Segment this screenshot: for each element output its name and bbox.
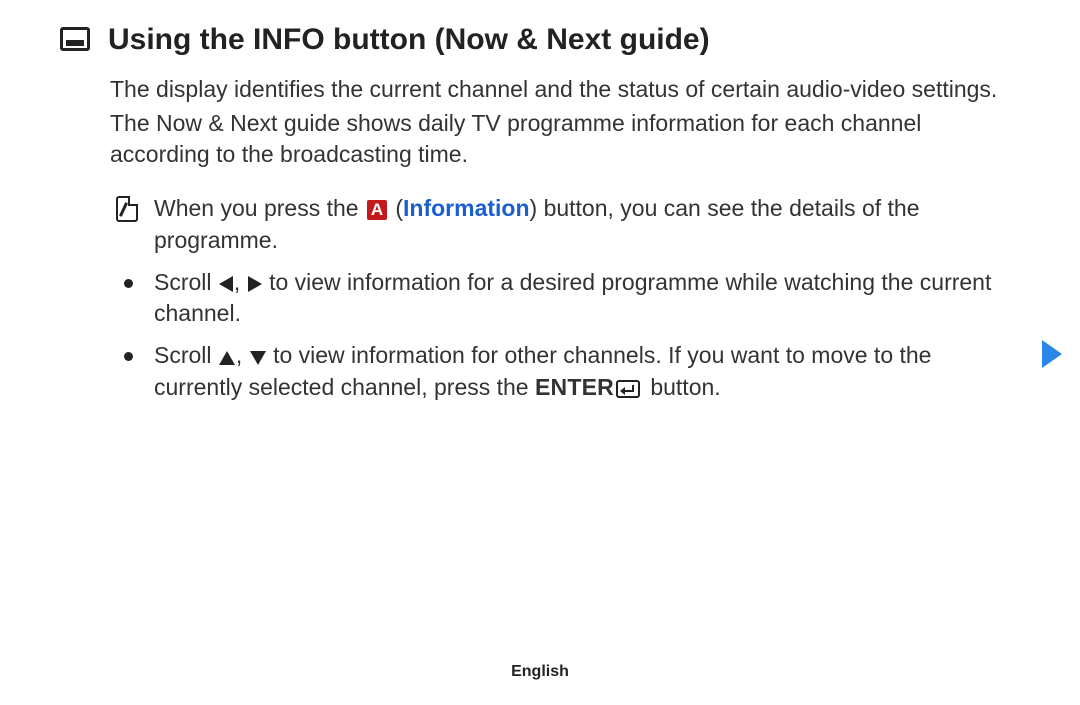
arrow-right-icon (248, 276, 262, 292)
note-icon (116, 196, 138, 222)
enter-icon (616, 380, 640, 398)
b1-post: to view information for a desired progra… (154, 269, 991, 327)
footer-language: English (0, 663, 1080, 681)
a-button-badge: A (367, 200, 387, 220)
arrow-up-icon (219, 351, 235, 365)
information-label: Information (403, 195, 530, 221)
b1-pre: Scroll (154, 269, 218, 295)
manual-page: Using the INFO button (Now & Next guide)… (0, 0, 1080, 705)
note-block: When you press the A (Information) butto… (110, 193, 1020, 256)
body-text: The display identifies the current chann… (60, 74, 1020, 404)
note-text: When you press the A (Information) butto… (154, 193, 1020, 256)
b2-post2: button. (644, 374, 721, 400)
bullet-list: Scroll , to view information for a desir… (110, 267, 1020, 404)
paragraph-2: The Now & Next guide shows daily TV prog… (110, 108, 1020, 171)
bullet-item-1: Scroll , to view information for a desir… (110, 267, 1020, 330)
bullet-item-2: Scroll , to view information for other c… (110, 340, 1020, 403)
heading-row: Using the INFO button (Now & Next guide) (60, 22, 1020, 58)
note-paren-open: ( (389, 195, 403, 221)
b1-mid: , (234, 269, 247, 295)
section-icon (60, 27, 90, 51)
arrow-left-icon (219, 276, 233, 292)
paragraph-1: The display identifies the current chann… (110, 74, 1020, 106)
next-page-arrow[interactable] (1042, 340, 1062, 368)
page-title: Using the INFO button (Now & Next guide) (108, 22, 710, 58)
b2-mid: , (236, 342, 249, 368)
enter-label: ENTER (535, 374, 614, 400)
arrow-down-icon (250, 351, 266, 365)
b2-pre: Scroll (154, 342, 218, 368)
note-pre: When you press the (154, 195, 365, 221)
